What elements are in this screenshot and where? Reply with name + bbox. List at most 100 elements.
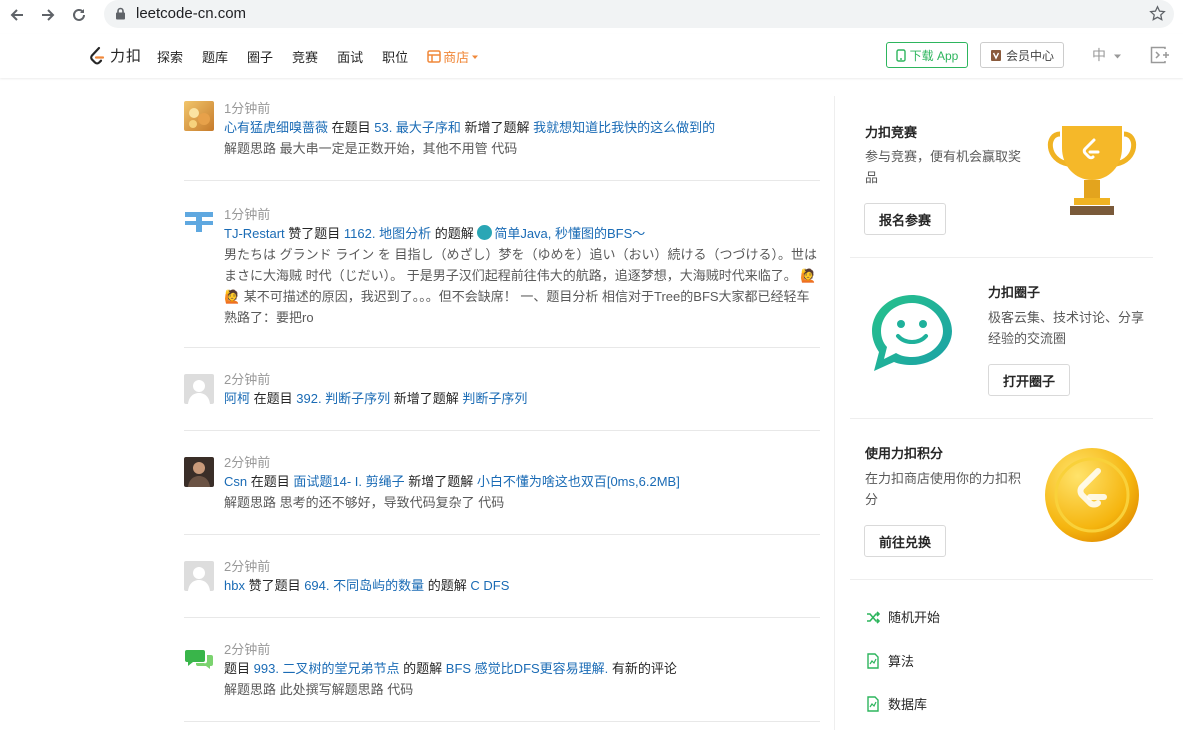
document-icon — [867, 652, 879, 669]
feed-solution-link[interactable]: BFS 感觉比DFS更容易理解. — [446, 661, 609, 676]
feed-action-text: 在题目 — [250, 391, 297, 406]
trophy-icon — [1048, 126, 1136, 215]
random-start-link[interactable]: 随机开始 — [866, 607, 940, 626]
feed-problem-link[interactable]: 1162. 地图分析 — [344, 226, 431, 241]
feed-time: 1分钟前 — [224, 207, 271, 222]
console-icon[interactable] — [1150, 46, 1170, 69]
language-switcher[interactable]: 中 — [1092, 45, 1122, 65]
reload-icon[interactable] — [68, 4, 90, 26]
feed-description: 男たちは グランド ライン を 目指し（めざし）梦を（ゆめを）追い（おい）続ける… — [224, 247, 817, 325]
document-icon — [867, 695, 879, 712]
feed-problem-link[interactable]: 392. 判断子序列 — [296, 391, 390, 406]
avatar[interactable] — [184, 207, 214, 237]
forward-icon[interactable] — [37, 4, 59, 26]
phone-icon — [895, 48, 906, 62]
points-card: 使用力扣积分 在力扣商店使用你的力扣积分 前往兑换 — [850, 419, 1153, 579]
feed-action-text: 的题解 — [431, 226, 478, 241]
nav-problems[interactable]: 题库 — [202, 47, 228, 66]
feed-problem-link[interactable]: 面试题14- I. 剪绳子 — [293, 474, 404, 489]
bookmark-star-icon[interactable] — [1149, 5, 1166, 27]
feed-solution-link[interactable]: 小白不懂为啥这也双百[0ms,6.2MB] — [477, 474, 680, 489]
random-start-label: 随机开始 — [888, 610, 941, 625]
vip-center-button[interactable]: 会员中心 — [980, 42, 1064, 68]
feed-item: 2分钟前 hbx 赞了题目 694. 不同岛屿的数量 的题解 C DFS — [184, 535, 820, 618]
algorithms-link[interactable]: 算法 — [866, 651, 914, 670]
gold-coin-icon — [1045, 448, 1139, 542]
site-header: 力扣 探索 题库 圈子 竞赛 面试 职位 商店 下载 App 会员中心 中 — [0, 34, 1183, 78]
feed-solution-link[interactable]: 判断子序列 — [462, 391, 527, 406]
feed-action-text: 新增了题解 — [390, 391, 463, 406]
download-app-button[interactable]: 下载 App — [886, 42, 968, 68]
browser-toolbar: leetcode-cn.com — [0, 0, 1183, 30]
leetcode-logo[interactable]: 力扣 — [88, 45, 142, 66]
feed-problem-link[interactable]: 53. 最大子序和 — [374, 120, 461, 135]
lock-icon — [115, 7, 126, 25]
sidebar-divider — [850, 579, 1153, 580]
back-icon[interactable] — [6, 4, 28, 26]
points-title: 使用力扣积分 — [865, 446, 944, 461]
feed-action-text: 新增了题解 — [404, 474, 477, 489]
nav-explore[interactable]: 探索 — [157, 47, 183, 66]
feed-solution-link[interactable]: C DFS — [470, 578, 509, 593]
feed-action-text: 赞了题目 — [244, 578, 305, 593]
leetcode-logo-icon — [90, 46, 105, 64]
activity-feed: 1分钟前 心有猛虎细嗅蔷薇 在题目 53. 最大子序和 新增了题解 我就想知道比… — [184, 92, 820, 722]
database-label: 数据库 — [888, 697, 928, 712]
smiley-emoji-icon — [477, 225, 493, 240]
caret-down-icon — [472, 55, 479, 59]
logo-text: 力扣 — [110, 48, 143, 65]
feed-action-text: 在题目 — [247, 474, 294, 489]
feed-action-text: 的题解 — [399, 661, 446, 676]
open-circle-button[interactable]: 打开圈子 — [988, 364, 1070, 396]
feed-solution-link[interactable]: 简单Java, 秒懂图的BFS～ — [477, 225, 646, 241]
feed-item: 1分钟前 TJ-Restart 赞了题目 1162. 地图分析 的题解 简单Ja… — [184, 181, 820, 348]
feed-solution-link[interactable]: 我就想知道比我快的这么做到的 — [533, 120, 715, 135]
circle-text: 极客云集、技术讨论、分享经验的交流圈 — [988, 310, 1145, 346]
store-label: 商店 — [443, 50, 470, 65]
database-link[interactable]: 数据库 — [866, 694, 927, 713]
feed-item: 1分钟前 心有猛虎细嗅蔷薇 在题目 53. 最大子序和 新增了题解 我就想知道比… — [184, 92, 820, 181]
vip-badge-icon — [990, 49, 1001, 61]
join-contest-button[interactable]: 报名参赛 — [864, 203, 946, 235]
chat-smile-icon — [872, 295, 952, 371]
redeem-points-button[interactable]: 前往兑换 — [864, 525, 946, 557]
address-bar[interactable]: leetcode-cn.com — [104, 0, 1174, 28]
circle-title: 力扣圈子 — [988, 285, 1041, 300]
avatar[interactable] — [184, 374, 214, 404]
feed-description: 解题思路 最大串一定是正数开始，其他不用管 代码 — [224, 141, 518, 156]
contest-title: 力扣竞赛 — [865, 125, 918, 140]
algorithms-label: 算法 — [888, 654, 915, 669]
feed-solution-text: 简单Java, 秒懂图的BFS～ — [494, 226, 646, 241]
feed-user-link[interactable]: 阿柯 — [224, 391, 250, 406]
url-text: leetcode-cn.com — [136, 5, 247, 22]
avatar[interactable] — [184, 101, 214, 131]
feed-description: 解题思路 思考的还不够好，导致代码复杂了 代码 — [224, 495, 505, 510]
nav-circle[interactable]: 圈子 — [247, 47, 273, 66]
avatar[interactable] — [184, 561, 214, 591]
comment-bubbles-icon — [184, 644, 214, 674]
feed-problem-link[interactable]: 993. 二叉树的堂兄弟节点 — [254, 661, 400, 676]
feed-action-text: 有新的评论 — [608, 661, 677, 676]
column-divider — [834, 96, 835, 730]
feed-user-link[interactable]: 心有猛虎细嗅蔷薇 — [224, 120, 328, 135]
feed-action-text: 的题解 — [424, 578, 471, 593]
contest-text: 参与竞赛，便有机会赢取奖品 — [865, 149, 1022, 185]
vip-center-label: 会员中心 — [1005, 48, 1054, 63]
feed-time: 2分钟前 — [224, 372, 271, 387]
feed-time: 2分钟前 — [224, 455, 271, 470]
feed-problem-link[interactable]: 694. 不同岛屿的数量 — [304, 578, 424, 593]
nav-jobs[interactable]: 职位 — [382, 47, 408, 66]
feed-item: 2分钟前 阿柯 在题目 392. 判断子序列 新增了题解 判断子序列 — [184, 348, 820, 431]
nav-interview[interactable]: 面试 — [337, 47, 363, 66]
nav-store[interactable]: 商店 — [427, 47, 479, 66]
language-label: 中 — [1092, 47, 1106, 63]
feed-item: 2分钟前 Csn 在题目 面试题14- I. 剪绳子 新增了题解 小白不懂为啥这… — [184, 431, 820, 535]
contest-card: 力扣竞赛 参与竞赛，便有机会赢取奖品 报名参赛 — [850, 96, 1153, 256]
avatar[interactable] — [184, 457, 214, 487]
nav-contest[interactable]: 竞赛 — [292, 47, 318, 66]
feed-user-link[interactable]: Csn — [224, 474, 247, 489]
feed-description: 解题思路 此处撰写解题思路 代码 — [224, 682, 414, 697]
feed-user-link[interactable]: TJ-Restart — [224, 226, 285, 241]
feed-user-link[interactable]: hbx — [224, 578, 245, 593]
store-icon — [427, 50, 441, 63]
